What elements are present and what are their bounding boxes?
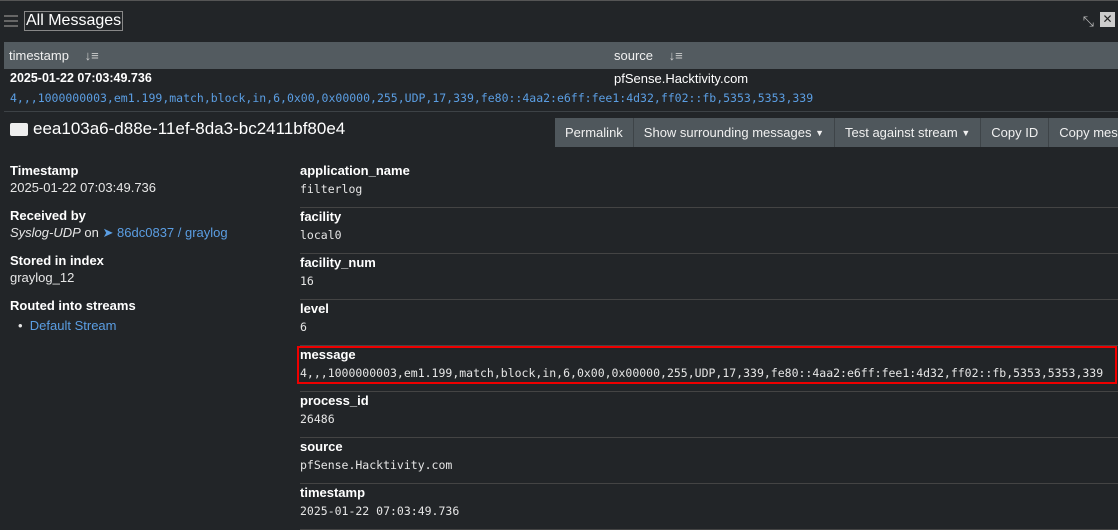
copy-message-button[interactable]: Copy mess [1049,118,1118,147]
field-process_id: process_id 26486 [300,392,1118,438]
table-header: timestamp ↓≡ source ↓≡ [4,42,1118,69]
expand-icon[interactable]: ✕ [1100,12,1115,27]
widget-header: All Messages ⤡ ✕ [4,1,1118,41]
widget-title[interactable]: All Messages [24,11,124,31]
field-facility: facility local0 [300,208,1118,254]
copy-id-button[interactable]: Copy ID [981,118,1050,147]
field-timestamp: timestamp 2025-01-22 07:03:49.736 [300,484,1118,530]
field-level: level 6 [300,300,1118,346]
field-facility_num: facility_num 16 [300,254,1118,300]
column-header-timestamp[interactable]: timestamp ↓≡ [9,48,99,63]
hamburger-icon[interactable] [4,15,18,27]
node-icon: ➤ [102,225,114,240]
node-link[interactable]: ➤ 86dc0837 / graylog [103,225,228,240]
message-metadata: Timestamp 2025-01-22 07:03:49.736 Receiv… [10,163,228,333]
highlight-box [297,346,1117,384]
action-buttons: Permalink Show surrounding messages ▼ Te… [555,118,1118,147]
show-surrounding-button[interactable]: Show surrounding messages ▼ [633,118,835,147]
column-header-source[interactable]: source ↓≡ [614,48,683,63]
field-source: source pfSense.Hacktivity.com [300,438,1118,484]
row-timestamp[interactable]: 2025-01-22 07:03:49.736 [10,71,152,85]
caret-down-icon: ▼ [815,127,824,138]
field-application_name: application_name filterlog [300,162,1118,208]
row-source[interactable]: pfSense.Hacktivity.com [614,71,748,86]
caret-down-icon: ▼ [961,127,971,138]
divider [4,111,1118,112]
test-against-stream-button[interactable]: Test against stream ▼ [835,118,982,147]
compress-icon[interactable]: ⤡ [1083,13,1094,30]
envelope-icon [10,122,28,136]
message-id-heading: eea103a6-d88e-11ef-8da3-bc2411bf80e4 [10,119,345,139]
sort-icon[interactable]: ↓≡ [85,48,99,63]
row-message[interactable]: 4,,,1000000003,em1.199,match,block,in,6,… [10,91,813,105]
stream-link[interactable]: Default Stream [30,318,117,333]
sort-icon[interactable]: ↓≡ [669,48,683,63]
permalink-button[interactable]: Permalink [555,118,634,147]
